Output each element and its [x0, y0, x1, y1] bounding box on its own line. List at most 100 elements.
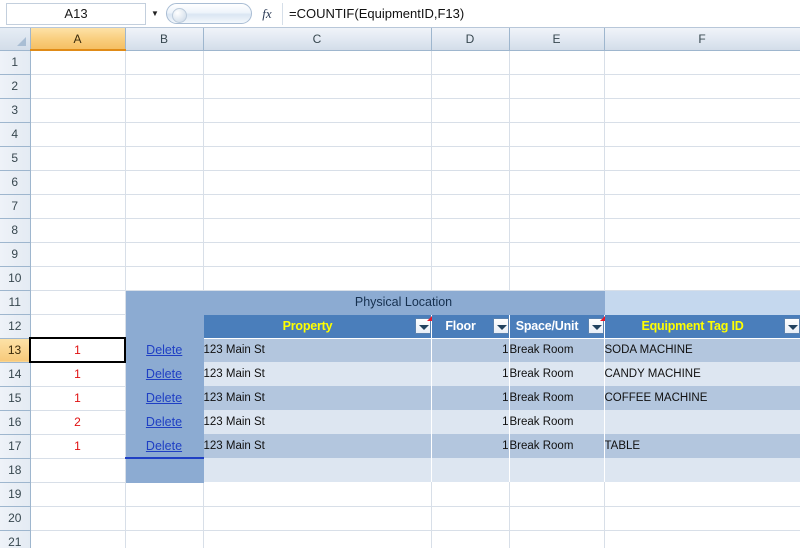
cell-e2[interactable]	[509, 74, 605, 99]
cell-b13-delete[interactable]: Delete	[125, 338, 204, 363]
table-header-space-unit[interactable]: Space/Unit	[509, 314, 605, 339]
cell-c20[interactable]	[203, 506, 432, 531]
formula-bar-toggle-button[interactable]	[166, 3, 252, 24]
cell-a11[interactable]	[30, 290, 126, 315]
cell-c7[interactable]	[203, 194, 432, 219]
delete-link[interactable]: Delete	[146, 391, 182, 405]
cell-e8[interactable]	[509, 218, 605, 243]
cell-c21[interactable]	[203, 530, 432, 548]
insert-function-icon[interactable]: fx	[252, 6, 282, 22]
cell-b6[interactable]	[125, 170, 204, 195]
cell-f6[interactable]	[604, 170, 800, 195]
cell-d2[interactable]	[431, 74, 510, 99]
formula-input[interactable]: =COUNTIF(EquipmentID,F13)	[282, 2, 800, 25]
cell-a5[interactable]	[30, 146, 126, 171]
row-header-2[interactable]: 2	[0, 74, 31, 99]
cell-d15-floor[interactable]: 1	[431, 386, 509, 410]
cell-d7[interactable]	[431, 194, 510, 219]
cell-c17-property[interactable]: 123 Main St	[203, 434, 431, 458]
cell-b19[interactable]	[125, 482, 204, 507]
cell-e13-space-unit[interactable]: Break Room	[509, 338, 604, 362]
cell-d3[interactable]	[431, 98, 510, 123]
row-header-14[interactable]: 14	[0, 362, 31, 387]
cell-d14-floor[interactable]: 1	[431, 362, 509, 386]
row-header-11[interactable]: 11	[0, 290, 31, 315]
cell-c3[interactable]	[203, 98, 432, 123]
cell-b8[interactable]	[125, 218, 204, 243]
cell-a20[interactable]	[30, 506, 126, 531]
cell-d17-floor[interactable]: 1	[431, 434, 509, 458]
row-header-12[interactable]: 12	[0, 314, 31, 339]
cell-a2[interactable]	[30, 74, 126, 99]
row-header-3[interactable]: 3	[0, 98, 31, 123]
cell-f19[interactable]	[604, 482, 800, 507]
cell-c19[interactable]	[203, 482, 432, 507]
cell-c16-property[interactable]: 123 Main St	[203, 410, 431, 434]
spreadsheet-grid[interactable]: A B C D E F 1 2 3 4 5 6 7 8 9 10 11 Phys…	[0, 28, 800, 548]
cell-a16-count[interactable]: 2	[30, 410, 126, 435]
cell-c14-property[interactable]: 123 Main St	[203, 362, 431, 386]
cell-d18[interactable]	[431, 458, 509, 482]
filter-dropdown-icon-equipment-tag-id[interactable]	[783, 318, 800, 334]
cell-a13-count[interactable]: 1	[29, 337, 126, 363]
name-box-dropdown-icon[interactable]: ▼	[146, 3, 164, 25]
cell-b17-delete[interactable]: Delete	[125, 434, 204, 459]
cell-a10[interactable]	[30, 266, 126, 291]
cell-b5[interactable]	[125, 146, 204, 171]
cell-d20[interactable]	[431, 506, 510, 531]
row-header-6[interactable]: 6	[0, 170, 31, 195]
cell-e5[interactable]	[509, 146, 605, 171]
row-header-1[interactable]: 1	[0, 50, 31, 75]
row-header-4[interactable]: 4	[0, 122, 31, 147]
cell-c2[interactable]	[203, 74, 432, 99]
cell-b16-delete[interactable]: Delete	[125, 410, 204, 435]
cell-c1[interactable]	[203, 50, 432, 75]
name-box[interactable]: A13	[6, 2, 146, 25]
row-header-20[interactable]: 20	[0, 506, 31, 531]
cell-a1[interactable]	[30, 50, 126, 75]
table-header-floor[interactable]: Floor	[431, 314, 510, 339]
row-header-17[interactable]: 17	[0, 434, 31, 459]
column-header-f[interactable]: F	[604, 28, 800, 51]
row-header-9[interactable]: 9	[0, 242, 31, 267]
cell-f11[interactable]	[604, 290, 800, 315]
cell-e16-space-unit[interactable]: Break Room	[509, 410, 604, 434]
cell-f15-equipment-tag-id[interactable]: COFFEE MACHINE	[604, 386, 800, 410]
cell-d9[interactable]	[431, 242, 510, 267]
cell-b11[interactable]	[125, 290, 204, 315]
cell-e9[interactable]	[509, 242, 605, 267]
column-header-b[interactable]: B	[125, 28, 204, 51]
column-header-d[interactable]: D	[431, 28, 510, 51]
cell-d10[interactable]	[431, 266, 510, 291]
table-header-equipment-tag-id[interactable]: Equipment Tag ID	[604, 314, 800, 339]
cell-b7[interactable]	[125, 194, 204, 219]
row-header-21[interactable]: 21	[0, 530, 31, 548]
cell-f13-equipment-tag-id[interactable]: SODA MACHINE	[604, 338, 800, 362]
cell-c4[interactable]	[203, 122, 432, 147]
cell-e18[interactable]	[509, 458, 604, 482]
cell-c6[interactable]	[203, 170, 432, 195]
cell-e21[interactable]	[509, 530, 605, 548]
cell-e7[interactable]	[509, 194, 605, 219]
row-header-13[interactable]: 13	[0, 338, 31, 363]
cell-f21[interactable]	[604, 530, 800, 548]
cell-b20[interactable]	[125, 506, 204, 531]
row-header-19[interactable]: 19	[0, 482, 31, 507]
cell-e17-space-unit[interactable]: Break Room	[509, 434, 604, 458]
cell-a7[interactable]	[30, 194, 126, 219]
filter-dropdown-icon-property[interactable]	[414, 316, 432, 334]
cell-a18[interactable]	[30, 458, 126, 483]
cell-c13-property[interactable]: 123 Main St	[203, 338, 431, 362]
delete-link[interactable]: Delete	[146, 343, 182, 357]
cell-b4[interactable]	[125, 122, 204, 147]
cell-a19[interactable]	[30, 482, 126, 507]
cell-e19[interactable]	[509, 482, 605, 507]
cell-c8[interactable]	[203, 218, 432, 243]
row-header-15[interactable]: 15	[0, 386, 31, 411]
cell-e20[interactable]	[509, 506, 605, 531]
cell-e4[interactable]	[509, 122, 605, 147]
cell-f2[interactable]	[604, 74, 800, 99]
cell-d4[interactable]	[431, 122, 510, 147]
cell-f10[interactable]	[604, 266, 800, 291]
cell-f14-equipment-tag-id[interactable]: CANDY MACHINE	[604, 362, 800, 386]
